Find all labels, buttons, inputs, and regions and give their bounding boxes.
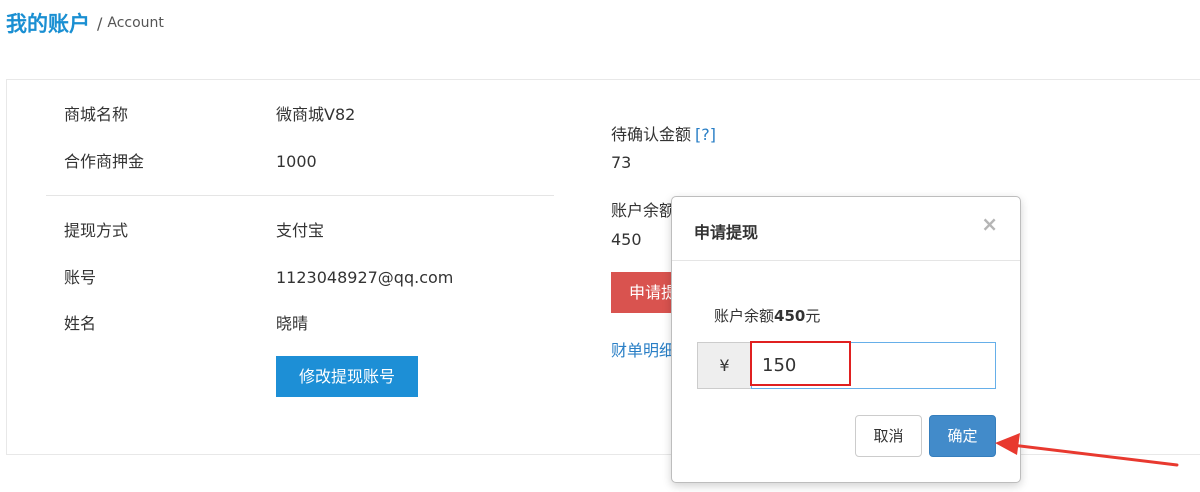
modal-balance-text: 账户余额450元	[714, 305, 820, 326]
page-subtitle: Account	[107, 15, 164, 31]
pending-amount-label: 待确认金额	[611, 125, 692, 144]
close-icon[interactable]: ×	[981, 214, 998, 234]
pending-help-link[interactable]: [?]	[695, 125, 716, 144]
account-number-value: 1123048927@qq.com	[276, 268, 454, 287]
balance-label: 账户余额	[611, 201, 673, 220]
withdraw-modal: 申请提现 × 账户余额450元 ¥ 取消 确定	[671, 196, 1021, 483]
shop-name-value: 微商城V82	[276, 105, 356, 124]
modal-header: 申请提现 ×	[672, 197, 1020, 261]
withdraw-amount-input[interactable]	[751, 342, 996, 389]
pending-amount-value: 73	[611, 153, 632, 172]
deposit-label: 合作商押金	[64, 152, 145, 171]
modal-balance-prefix: 账户余额	[714, 307, 775, 325]
page-header: 我的账户 / Account	[6, 8, 164, 40]
holder-name-value: 晓晴	[276, 314, 309, 333]
modal-title: 申请提现	[694, 223, 759, 242]
deposit-value: 1000	[276, 152, 317, 171]
balance-value: 450	[611, 230, 642, 249]
withdraw-method-value: 支付宝	[276, 221, 325, 240]
withdraw-method-label: 提现方式	[64, 221, 129, 240]
shop-name-label: 商城名称	[64, 105, 129, 124]
edit-withdraw-account-button[interactable]: 修改提现账号	[276, 356, 418, 397]
holder-name-label: 姓名	[64, 314, 97, 333]
modal-balance-suffix: 元	[805, 307, 821, 325]
pending-amount-label-row: 待确认金额 [?]	[611, 125, 716, 145]
modal-balance-amount: 450	[774, 307, 806, 325]
yuan-icon: ¥	[697, 342, 751, 389]
confirm-button[interactable]: 确定	[929, 415, 996, 457]
page-title: 我的账户	[6, 12, 90, 36]
section-divider	[46, 195, 554, 196]
account-number-label: 账号	[64, 268, 97, 287]
cancel-button[interactable]: 取消	[855, 415, 922, 457]
amount-input-group: ¥	[697, 342, 996, 389]
breadcrumb-separator: /	[97, 13, 103, 33]
